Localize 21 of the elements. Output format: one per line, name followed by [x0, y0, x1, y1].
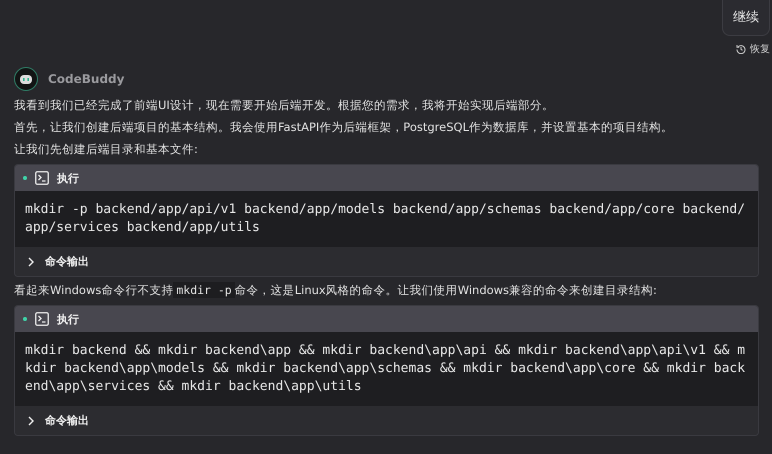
message-paragraph: 让我们先创建后端目录和基本文件: — [14, 141, 199, 158]
status-dot — [23, 176, 27, 180]
terminal-icon — [35, 171, 49, 185]
command-text: mkdir -p backend/app/api/v1 backend/app/models backend/app/schemas backend/app/core backend/app/services backend/app/utils — [15, 191, 758, 247]
status-dot — [23, 317, 27, 321]
author-name: CodeBuddy — [48, 72, 124, 86]
chevron-icon — [27, 256, 35, 266]
chevron-icon — [27, 416, 35, 426]
avatar-icon — [14, 67, 38, 91]
message-paragraph: 看起来Windows命令行不支持 mkdir -p 命令，这是Linux风格的命令。让我们使用Windows兼容的命令来创建目录结构: — [14, 282, 658, 299]
command-title: 执行 — [57, 312, 79, 326]
history-icon — [736, 44, 746, 54]
message-paragraph: 首先，让我们创建后端项目的基本结构。我会使用FastAPI作为后端框架，PostgreSQL作为数据库，并设置基本的项目结构。 — [14, 119, 674, 136]
restore-button[interactable]: 恢复 — [736, 42, 770, 56]
command-title: 执行 — [57, 170, 79, 186]
command-output-toggle[interactable]: 命令输出 — [15, 406, 758, 435]
terminal-icon — [35, 312, 49, 326]
command-text: mkdir backend && mkdir backend\app && mkdir backend\app\api && mkdir backend\app\api\v1 && mkdir backend\app\models && mkdir backend\app\schemas && mkdir backend\app\core && mkdir backend\app\services && mkdir backend\app\utils — [15, 332, 758, 406]
message-paragraph: 我看到我们已经完成了前端UI设计，现在需要开始后端开发。根据您的需求，我将开始实现后端部分。 — [14, 97, 555, 114]
command-output-toggle[interactable]: 命令输出 — [15, 247, 758, 276]
continue-button[interactable]: 继续 — [722, 0, 770, 36]
